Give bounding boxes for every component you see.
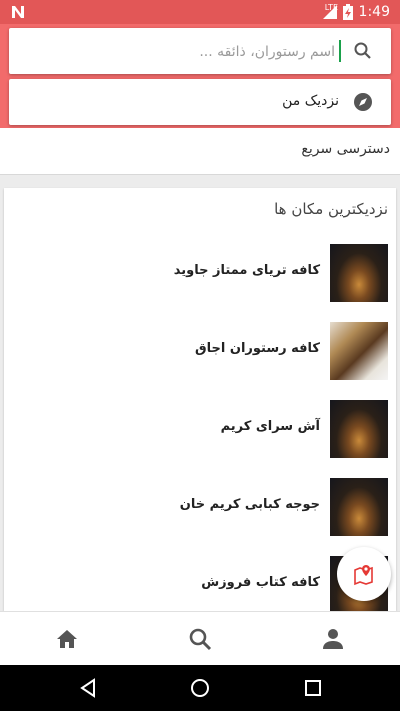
lte-signal-icon xyxy=(322,5,337,19)
n-notification-icon xyxy=(12,6,24,18)
status-time: 1:49 xyxy=(358,4,390,20)
battery-charging-icon xyxy=(342,4,353,20)
system-navigation-bar xyxy=(0,665,400,711)
search-icon[interactable] xyxy=(187,626,213,652)
profile-icon[interactable] xyxy=(320,626,346,652)
list-item[interactable]: کافه رستوران اجاق xyxy=(4,322,396,382)
place-thumbnail xyxy=(330,478,388,536)
place-name: کافه رستوران اجاق xyxy=(195,341,320,356)
place-name: آش سرای کریم xyxy=(220,419,320,434)
bottom-navigation xyxy=(0,611,400,666)
compass-icon xyxy=(354,93,372,111)
back-icon[interactable] xyxy=(78,678,98,698)
place-thumbnail xyxy=(330,400,388,458)
list-item[interactable]: کافه کتاب فروزش xyxy=(4,556,396,611)
place-thumbnail xyxy=(330,244,388,302)
map-pin-icon xyxy=(354,565,373,586)
home-icon[interactable] xyxy=(54,626,80,652)
list-item[interactable]: کافه تریای ممتاز جاوید xyxy=(4,244,396,304)
text-cursor xyxy=(339,40,341,62)
recents-icon[interactable] xyxy=(303,678,323,698)
home-circle-icon[interactable] xyxy=(190,678,210,698)
place-name: جوجه کبابی کریم خان xyxy=(179,497,320,512)
search-input[interactable] xyxy=(33,38,337,66)
nearby-places-card: نزدیکترین مکان ها کافه تریای ممتاز جاوید… xyxy=(4,188,396,611)
map-view-button[interactable] xyxy=(337,547,391,601)
status-bar: LTE 1:49 xyxy=(0,0,400,24)
search-icon[interactable] xyxy=(353,41,373,61)
quick-access-section[interactable]: دسترسی سریع xyxy=(0,128,400,175)
near-me-label: نزدیک من xyxy=(282,93,339,109)
place-thumbnail xyxy=(330,322,388,380)
quick-access-label: دسترسی سریع xyxy=(301,141,390,157)
place-name: کافه کتاب فروزش xyxy=(201,575,320,590)
nearby-places-title: نزدیکترین مکان ها xyxy=(274,200,388,218)
list-item[interactable]: جوجه کبابی کریم خان xyxy=(4,478,396,538)
list-item[interactable]: آش سرای کریم xyxy=(4,400,396,460)
place-name: کافه تریای ممتاز جاوید xyxy=(173,263,320,278)
search-bar[interactable] xyxy=(9,28,391,74)
near-me-button[interactable]: نزدیک من xyxy=(9,79,391,125)
